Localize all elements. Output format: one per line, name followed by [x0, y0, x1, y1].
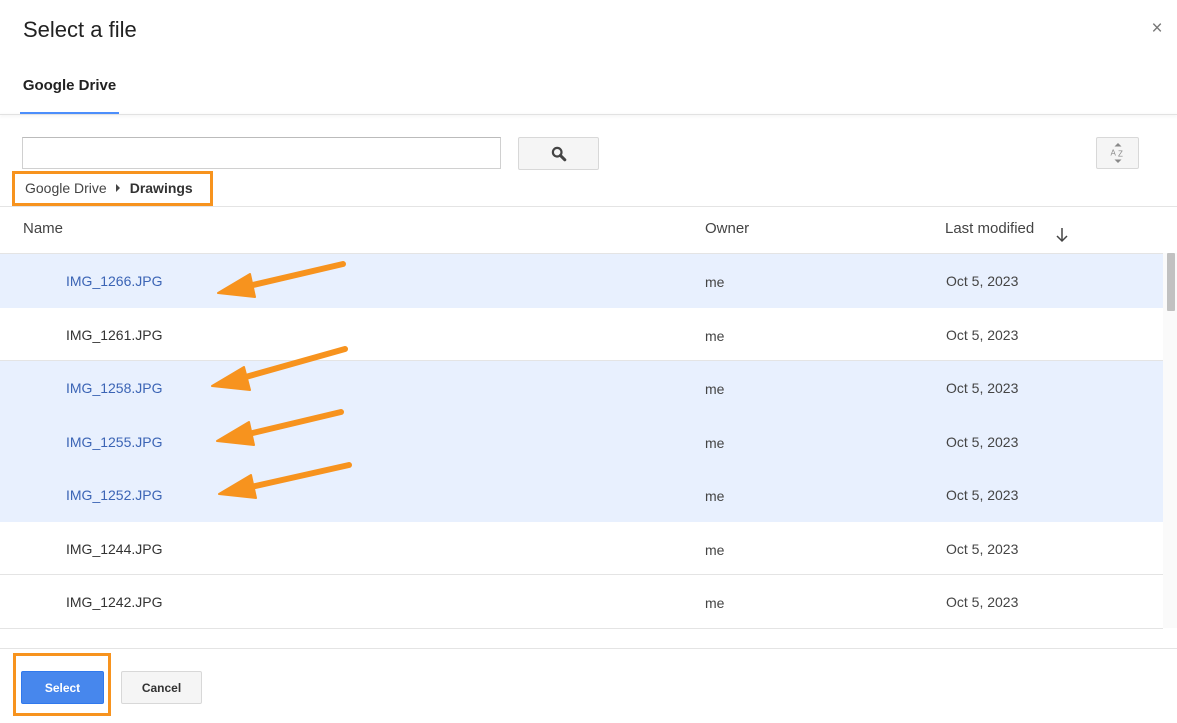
- footer-divider: [0, 648, 1177, 649]
- arrow-down-icon[interactable]: [1055, 227, 1069, 243]
- file-row[interactable]: IMG_1266.JPG me Oct 5, 2023: [0, 254, 1163, 308]
- file-modified: Oct 5, 2023: [946, 273, 1019, 289]
- caret-right-icon: [115, 184, 120, 192]
- file-owner: me: [705, 434, 725, 451]
- breadcrumb-root[interactable]: Google Drive: [25, 180, 107, 196]
- column-header-name[interactable]: Name: [23, 220, 63, 237]
- dialog-title: Select a file: [23, 17, 137, 42]
- breadcrumb: Google Drive Drawings: [25, 180, 193, 196]
- column-header-last-modified[interactable]: Last modified: [945, 220, 1034, 237]
- file-modified: Oct 5, 2023: [946, 540, 1019, 557]
- file-owner: me: [705, 381, 725, 397]
- svg-text:Z: Z: [1118, 150, 1123, 159]
- search-button[interactable]: [518, 137, 599, 170]
- header-divider: [0, 114, 1177, 115]
- file-row[interactable]: IMG_1258.JPG me Oct 5, 2023: [0, 361, 1163, 415]
- file-owner: me: [705, 274, 725, 290]
- file-row[interactable]: IMG_1261.JPG me Oct 5, 2023: [0, 308, 1163, 361]
- file-modified: Oct 5, 2023: [946, 433, 1019, 450]
- scrollbar-thumb[interactable]: [1167, 253, 1175, 311]
- close-icon[interactable]: ×: [1147, 18, 1167, 40]
- search-input[interactable]: [22, 137, 501, 169]
- file-name: IMG_1255.JPG: [66, 433, 163, 450]
- select-button[interactable]: Select: [21, 671, 104, 704]
- file-modified: Oct 5, 2023: [946, 380, 1019, 396]
- file-name: IMG_1261.JPG: [66, 326, 163, 343]
- cancel-button[interactable]: Cancel: [121, 671, 202, 704]
- sort-az-icon: A Z: [1110, 143, 1123, 163]
- column-header-owner[interactable]: Owner: [705, 220, 749, 237]
- file-row[interactable]: IMG_1255.JPG me Oct 5, 2023: [0, 414, 1163, 468]
- file-owner: me: [705, 327, 725, 344]
- breadcrumb-current: Drawings: [129, 180, 193, 196]
- file-row[interactable]: IMG_1252.JPG me Oct 5, 2023: [0, 468, 1163, 522]
- svg-text:A: A: [1110, 149, 1116, 158]
- file-row[interactable]: IMG_1242.JPG me Oct 5, 2023: [0, 575, 1163, 629]
- file-name: IMG_1258.JPG: [66, 380, 163, 396]
- sort-button[interactable]: A Z: [1096, 137, 1139, 169]
- file-modified: Oct 5, 2023: [946, 487, 1019, 503]
- search-icon: [551, 146, 566, 161]
- file-modified: Oct 5, 2023: [946, 594, 1019, 610]
- file-name: IMG_1242.JPG: [66, 594, 163, 610]
- file-name: IMG_1252.JPG: [66, 487, 163, 503]
- file-row[interactable]: IMG_1244.JPG me Oct 5, 2023: [0, 522, 1163, 575]
- file-name: IMG_1244.JPG: [66, 540, 163, 557]
- file-owner: me: [705, 488, 725, 504]
- file-list[interactable]: IMG_1266.JPG me Oct 5, 2023 IMG_1261.JPG…: [0, 253, 1163, 629]
- tab-google-drive[interactable]: Google Drive: [20, 66, 119, 114]
- list-divider: [0, 206, 1177, 207]
- file-owner: me: [705, 595, 725, 611]
- file-name: IMG_1266.JPG: [66, 273, 163, 289]
- file-modified: Oct 5, 2023: [946, 326, 1019, 343]
- file-owner: me: [705, 541, 725, 558]
